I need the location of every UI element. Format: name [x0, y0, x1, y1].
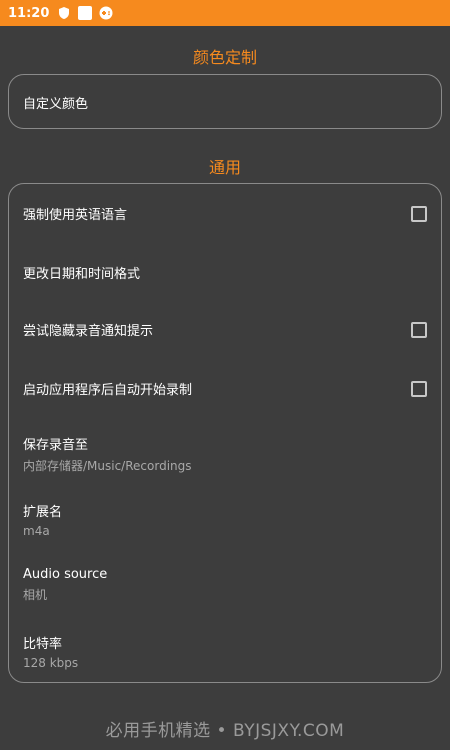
watermark: 必用手机精选 • BYJSJXY.COM	[105, 721, 345, 741]
custom-color-label: 自定义颜色	[23, 97, 89, 112]
extension-value: m4a	[23, 524, 50, 538]
auto-record-item[interactable]: 启动应用程序后自动开始录制	[23, 379, 427, 398]
audio-source-label: Audio source	[23, 567, 108, 582]
hide-notification-label: 尝试隐藏录音通知提示	[23, 324, 154, 339]
save-location-label: 保存录音至	[23, 438, 89, 453]
save-location-value: 内部存储器/Music/Recordings	[23, 459, 192, 473]
date-time-format-item[interactable]: 更改日期和时间格式	[23, 263, 427, 282]
section-title-general: 通用	[208, 158, 241, 177]
bitrate-item[interactable]: 比特率 128 kbps	[23, 633, 427, 670]
bitrate-value: 128 kbps	[23, 656, 79, 670]
force-english-label: 强制使用英语语言	[23, 208, 128, 223]
status-bar: 11:20	[0, 0, 450, 26]
force-english-checkbox[interactable]	[411, 205, 427, 222]
auto-record-label: 启动应用程序后自动开始录制	[23, 383, 193, 398]
color-settings-card: 自定义颜色	[8, 74, 442, 129]
save-location-item[interactable]: 保存录音至 内部存储器/Music/Recordings	[23, 434, 427, 474]
shield-icon	[57, 6, 71, 20]
square-icon	[78, 6, 93, 20]
audio-source-item[interactable]: Audio source 相机	[23, 567, 427, 603]
section-title-color: 颜色定制	[192, 48, 257, 67]
extension-label: 扩展名	[23, 505, 63, 520]
force-english-item[interactable]: 强制使用英语语言	[23, 204, 427, 223]
settings-screen: 颜色定制 自定义颜色 通用 强制使用英语语言 更改日期和时间格式 尝试隐藏录音通…	[0, 26, 450, 750]
auto-record-checkbox[interactable]	[411, 380, 427, 397]
custom-color-item[interactable]: 自定义颜色	[23, 93, 427, 112]
date-time-format-label: 更改日期和时间格式	[23, 267, 141, 282]
hide-notification-item[interactable]: 尝试隐藏录音通知提示	[23, 320, 427, 339]
extension-item[interactable]: 扩展名 m4a	[23, 501, 427, 538]
general-settings-card: 强制使用英语语言 更改日期和时间格式 尝试隐藏录音通知提示 启动应用程序后自动开…	[8, 183, 442, 683]
hide-notification-checkbox[interactable]	[411, 321, 427, 338]
bitrate-label: 比特率	[23, 637, 63, 652]
game-icon	[99, 6, 113, 20]
audio-source-value: 相机	[23, 588, 48, 602]
status-time: 11:20	[8, 5, 50, 21]
